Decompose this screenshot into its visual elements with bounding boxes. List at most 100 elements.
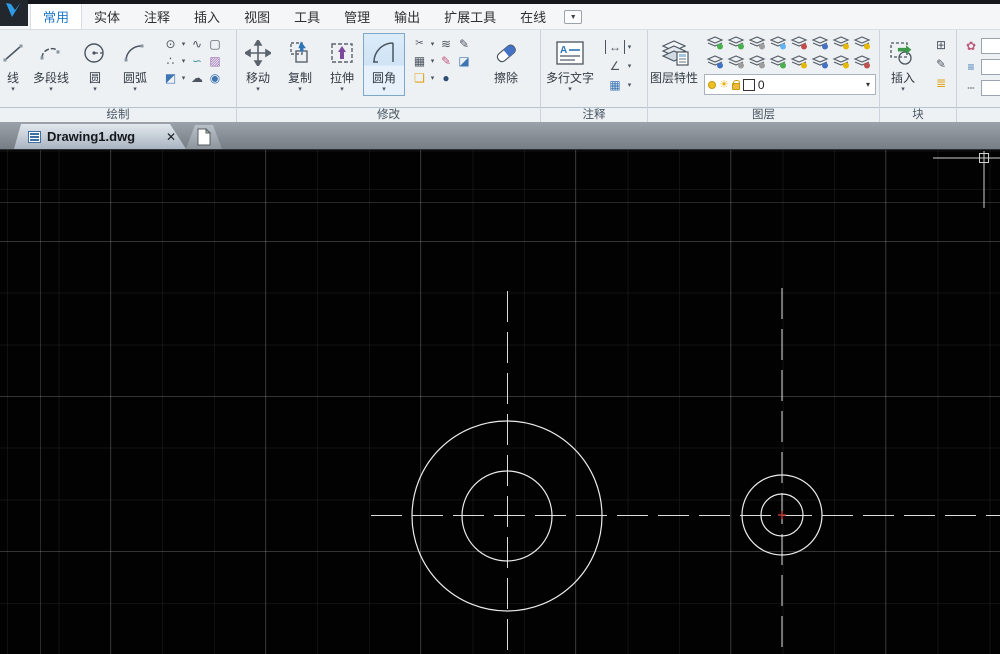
gradient-dropdown[interactable]: ▾ <box>179 74 188 82</box>
layer-tool-icon-15[interactable] <box>851 52 872 71</box>
layer-tool-icon-9[interactable] <box>725 52 746 71</box>
layer-tool-icon-13[interactable] <box>809 52 830 71</box>
close-tab-icon[interactable]: ✕ <box>166 130 176 144</box>
center-mark-dropdown[interactable]: ▾ <box>179 40 188 48</box>
trim-dropdown[interactable]: ▾ <box>428 40 437 48</box>
polyline-dropdown[interactable]: ▾ <box>49 85 53 94</box>
fillet-button[interactable]: 圆角 ▾ <box>363 33 405 96</box>
menu-tab-3[interactable]: 插入 <box>182 4 232 29</box>
donut-icon[interactable]: ◉ <box>206 71 224 85</box>
circle-dropdown[interactable]: ▾ <box>93 85 97 94</box>
array-dropdown[interactable]: ▾ <box>428 57 437 65</box>
layer-tool-icon-14[interactable] <box>830 52 851 71</box>
polyline-button[interactable]: 多段线 ▾ <box>26 33 76 96</box>
layer-tool-icon-2[interactable] <box>746 33 767 52</box>
explode-icon[interactable]: ● <box>437 71 455 85</box>
move-dropdown[interactable]: ▾ <box>256 85 260 94</box>
layer-tool-icon-3[interactable] <box>767 33 788 52</box>
linetype-control[interactable] <box>981 80 1000 96</box>
app-logo-button[interactable] <box>0 0 28 26</box>
mtext-dropdown[interactable]: ▾ <box>568 85 572 94</box>
menu-tab-0[interactable]: 常用 <box>30 4 82 29</box>
layer-tool-icon-11[interactable] <box>767 52 788 71</box>
stretch-icon <box>329 35 355 71</box>
layer-tools-grid <box>704 33 876 71</box>
color-control[interactable] <box>981 38 1000 54</box>
menu-tab-2[interactable]: 注释 <box>132 4 182 29</box>
mtext-button[interactable]: A 多行文字 ▾ <box>541 33 599 96</box>
drawing-canvas[interactable] <box>0 150 1000 654</box>
revision-cloud-icon[interactable]: ∽ <box>188 54 206 68</box>
layer-tool-icon-1[interactable] <box>725 33 746 52</box>
leader-dropdown[interactable]: ▾ <box>625 62 634 70</box>
layer-tool-icon-10[interactable] <box>746 52 767 71</box>
layer-tool-icon-5[interactable] <box>809 33 830 52</box>
menu-tab-6[interactable]: 管理 <box>332 4 382 29</box>
circle-button[interactable]: 圆 ▾ <box>76 33 114 96</box>
layer-tool-icon-12[interactable] <box>788 52 809 71</box>
ribbon-overflow-button[interactable]: ▼ <box>564 10 582 24</box>
spline-edit-icon[interactable]: ✎ <box>437 54 455 68</box>
lineweight-icon[interactable]: ≡ <box>961 60 981 74</box>
fillet-dropdown[interactable]: ▾ <box>382 85 386 94</box>
attribute-list-icon[interactable]: ≣ <box>932 76 950 90</box>
copy-nested-dropdown[interactable]: ▾ <box>428 74 437 82</box>
arc-dropdown[interactable]: ▾ <box>133 85 137 94</box>
hatch-edit-icon[interactable]: ◪ <box>455 54 473 68</box>
layer-dropdown[interactable]: ☀ 0 ▾ <box>704 74 876 95</box>
insert-block-icon <box>888 35 918 71</box>
draw-panel-label: 绘制 <box>0 107 236 122</box>
dimension-icon[interactable]: ↔ <box>605 40 625 54</box>
hatch-icon[interactable]: ▨ <box>206 54 224 68</box>
table-dropdown[interactable]: ▾ <box>625 81 634 89</box>
edit-attribute-icon[interactable]: ✎ <box>932 57 950 71</box>
center-mark-icon[interactable]: ⊙ <box>162 37 179 51</box>
new-drawing-button[interactable] <box>186 125 222 149</box>
point-dropdown[interactable]: ▾ <box>179 57 188 65</box>
menu-tab-4[interactable]: 视图 <box>232 4 282 29</box>
copy-dropdown[interactable]: ▾ <box>298 85 302 94</box>
arc-button[interactable]: 圆弧 ▾ <box>114 33 156 96</box>
layer-properties-button[interactable]: 图层特性 <box>648 33 700 87</box>
document-tab-drawing1[interactable]: Drawing1.dwg ✕ <box>14 124 186 149</box>
linetype-icon[interactable]: ┄ <box>961 81 981 95</box>
lineweight-control[interactable] <box>981 59 1000 75</box>
arc-icon <box>122 35 148 71</box>
insert-block-button[interactable]: 插入 ▾ <box>880 33 926 96</box>
erase-button[interactable]: 擦除 <box>483 33 529 87</box>
stretch-dropdown[interactable]: ▾ <box>340 85 344 94</box>
rectangle-icon[interactable]: ▢ <box>206 37 224 51</box>
gradient-icon[interactable]: ◩ <box>162 71 179 85</box>
menu-tab-9[interactable]: 在线 <box>508 4 558 29</box>
edit-polyline-icon[interactable]: ✎ <box>455 37 473 51</box>
menu-tab-8[interactable]: 扩展工具 <box>432 4 508 29</box>
menu-tab-1[interactable]: 实体 <box>82 4 132 29</box>
copy-nested-icon[interactable]: ❏ <box>411 71 428 85</box>
copy-button[interactable]: 复制 ▾ <box>279 33 321 96</box>
line-button[interactable]: 线 ▾ <box>0 33 26 96</box>
trim-icon[interactable]: ✂ <box>411 37 428 51</box>
array-icon[interactable]: ▦ <box>411 54 428 68</box>
layer-tool-icon-8[interactable] <box>704 52 725 71</box>
spline-icon[interactable]: ∿ <box>188 37 206 51</box>
menu-tab-7[interactable]: 输出 <box>382 4 432 29</box>
layer-tool-icon-6[interactable] <box>830 33 851 52</box>
cloud-icon[interactable]: ☁ <box>188 71 206 85</box>
layer-tool-icon-0[interactable] <box>704 33 725 52</box>
make-block-icon[interactable]: ⊞ <box>932 38 950 52</box>
point-icon[interactable]: ∴ <box>162 54 179 68</box>
line-dropdown[interactable]: ▾ <box>11 85 15 94</box>
layer-tool-icon-7[interactable] <box>851 33 872 52</box>
leader-icon[interactable]: ∠ <box>605 59 625 73</box>
dimension-dropdown[interactable]: ▾ <box>625 43 634 51</box>
stretch-button[interactable]: 拉伸 ▾ <box>321 33 363 96</box>
layer-tool-icon-4[interactable] <box>788 33 809 52</box>
mtext-label: 多行文字 <box>546 71 594 85</box>
table-icon[interactable]: ▦ <box>605 78 625 92</box>
layer-dropdown-arrow[interactable]: ▾ <box>866 80 872 89</box>
insert-block-dropdown[interactable]: ▾ <box>901 85 905 94</box>
move-button[interactable]: 移动 ▾ <box>237 33 279 96</box>
menu-tab-5[interactable]: 工具 <box>282 4 332 29</box>
color-palette-icon[interactable]: ✿ <box>961 39 981 53</box>
offset-icon[interactable]: ≋ <box>437 37 455 51</box>
